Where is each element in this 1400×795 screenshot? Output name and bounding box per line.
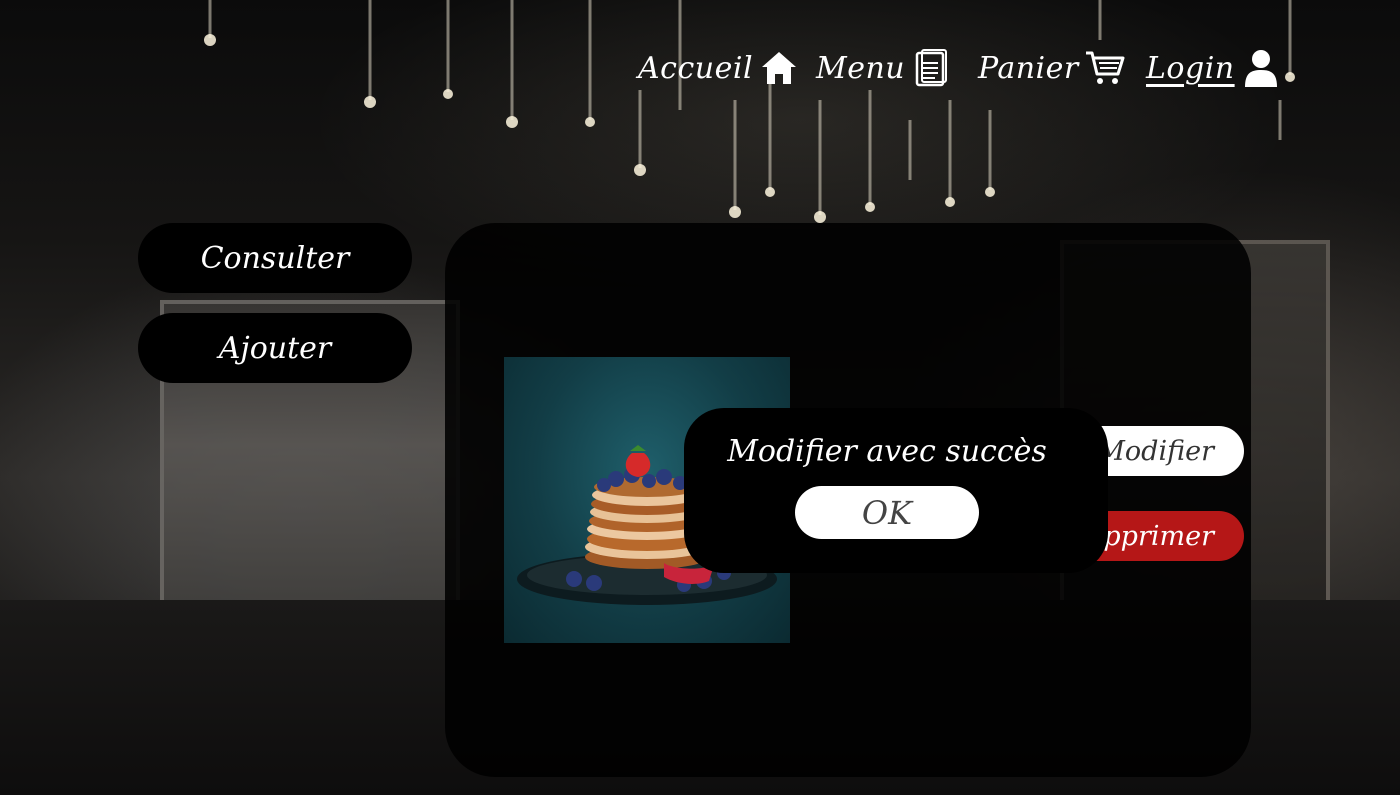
nav-login-label: Login [1146, 50, 1235, 86]
nav-login[interactable]: Login [1146, 40, 1281, 96]
home-icon [759, 48, 799, 88]
nav-accueil-label: Accueil [638, 50, 754, 86]
nav-panier-label: Panier [978, 50, 1079, 86]
ajouter-button[interactable]: Ajouter [138, 313, 412, 383]
consulter-button[interactable]: Consulter [138, 223, 412, 293]
success-dialog: Modifier avec succès OK [684, 408, 1108, 573]
success-message: Modifier avec succès [727, 434, 1047, 469]
menu-card-icon [911, 48, 951, 88]
nav-menu[interactable]: Menu [816, 40, 951, 96]
user-icon [1241, 48, 1281, 88]
nav-panier[interactable]: Panier [978, 40, 1125, 96]
nav-accueil[interactable]: Accueil [638, 40, 799, 96]
ok-button[interactable]: OK [795, 486, 979, 539]
cart-icon [1085, 48, 1125, 88]
nav-menu-label: Menu [816, 50, 906, 86]
top-navigation: Accueil Menu Panier Login [0, 40, 1400, 100]
